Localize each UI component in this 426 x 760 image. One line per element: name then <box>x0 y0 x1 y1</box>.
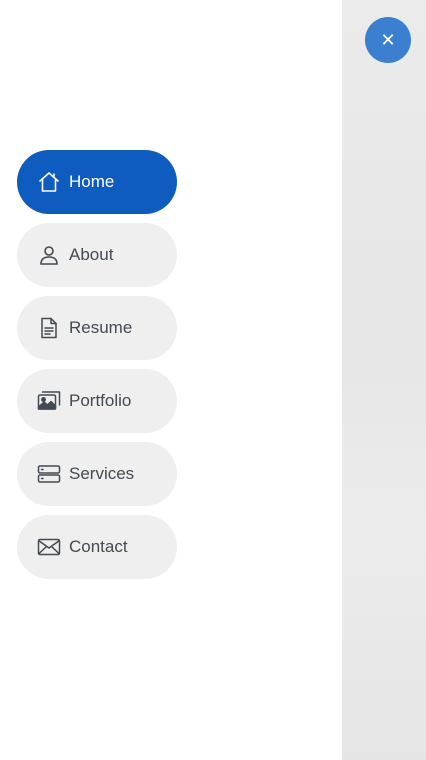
nav-item-resume[interactable]: Resume <box>17 296 177 360</box>
nav-item-label: Contact <box>69 537 128 556</box>
nav-item-contact[interactable]: Contact <box>17 515 177 579</box>
server-icon <box>37 462 61 486</box>
person-icon <box>37 243 61 267</box>
file-text-icon <box>37 316 61 340</box>
nav-item-about[interactable]: About <box>17 223 177 287</box>
nav-item-label: Resume <box>69 318 133 337</box>
nav-item-label: Services <box>69 464 135 483</box>
nav-item-portfolio[interactable]: Portfolio <box>17 369 177 433</box>
nav-item-home[interactable]: Home <box>17 150 177 214</box>
nav-item-label: Home <box>69 172 115 191</box>
images-icon <box>37 389 61 413</box>
close-menu-button[interactable]: ✕ <box>365 17 411 63</box>
close-icon: ✕ <box>380 30 396 50</box>
nav-item-label: About <box>69 245 114 264</box>
home-icon <box>37 170 61 194</box>
page-backdrop <box>342 0 426 760</box>
nav-item-services[interactable]: Services <box>17 442 177 506</box>
envelope-icon <box>37 535 61 559</box>
nav-item-label: Portfolio <box>69 391 132 410</box>
side-navigation: Home About Resume Portfolio Services Con… <box>17 150 177 588</box>
